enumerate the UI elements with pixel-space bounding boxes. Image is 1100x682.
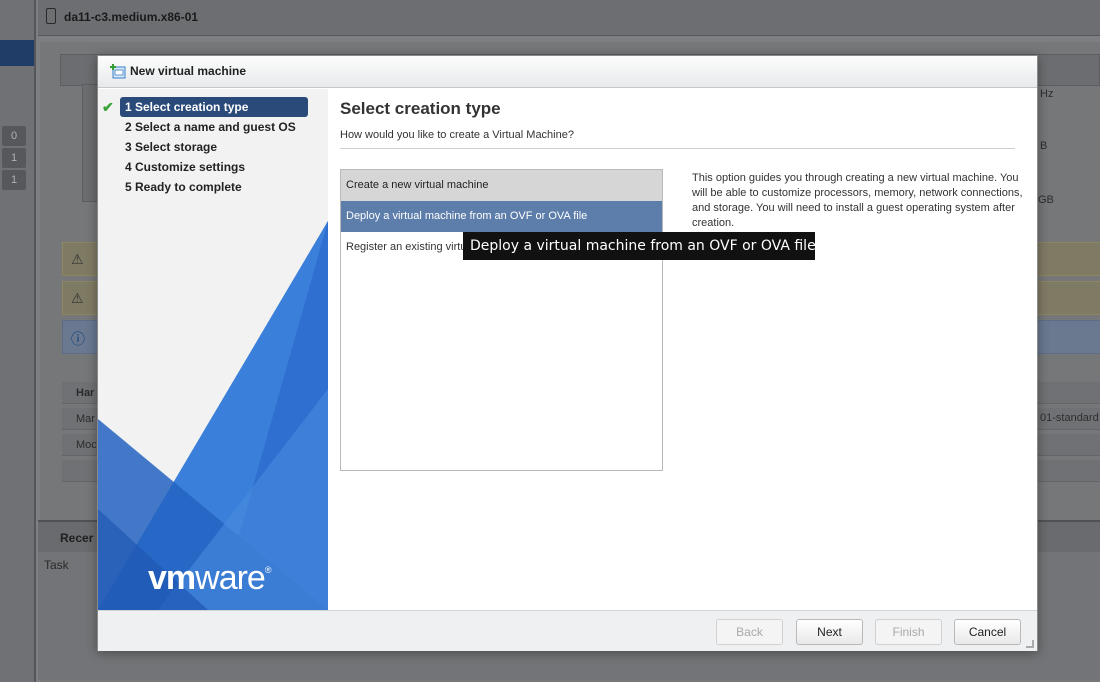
- cancel-button[interactable]: Cancel: [954, 619, 1021, 645]
- page-subtitle: How would you like to create a Virtual M…: [340, 129, 574, 141]
- vmware-logo: vmware®: [148, 559, 271, 597]
- warning-icon: ⚠: [71, 290, 84, 306]
- step-select-storage[interactable]: 3 Select storage: [120, 137, 328, 157]
- back-button[interactable]: Back: [716, 619, 783, 645]
- wizard-sidebar: ✔ 1 Select creation type 2 Select a name…: [98, 89, 328, 610]
- host-device-icon: [46, 8, 56, 24]
- dialog-titlebar[interactable]: New virtual machine: [98, 56, 1037, 88]
- host-name: da11-c3.medium.x86-01: [64, 10, 199, 24]
- background-storage-fragment: GB: [1038, 194, 1054, 206]
- background-count-badge: 0: [2, 126, 26, 146]
- dialog-footer: Back Next Finish Cancel: [98, 610, 1037, 651]
- resize-grip-icon[interactable]: [1026, 640, 1034, 648]
- dialog-title: New virtual machine: [130, 64, 247, 78]
- background-count-badge: 1: [2, 170, 26, 190]
- background-recent-title: Recer: [60, 531, 94, 545]
- warning-icon: ⚠: [71, 251, 84, 267]
- next-button[interactable]: Next: [796, 619, 863, 645]
- background-count-badge: 1: [2, 148, 26, 168]
- new-vm-icon: [110, 64, 126, 79]
- step-customize-settings[interactable]: 4 Customize settings: [120, 157, 328, 177]
- background-navigator: 0 1 1: [0, 0, 36, 682]
- check-icon: ✔: [102, 99, 114, 115]
- step-ready-to-complete[interactable]: 5 Ready to complete: [120, 177, 328, 197]
- option-description: This option guides you through creating …: [692, 172, 1023, 229]
- background-model-fragment: 01-standard: [1040, 412, 1099, 424]
- option-create-new-vm[interactable]: Create a new virtual machine: [341, 170, 662, 201]
- info-icon: ⓘ: [71, 331, 85, 347]
- wizard-steps: ✔ 1 Select creation type 2 Select a name…: [98, 97, 328, 197]
- finish-button[interactable]: Finish: [875, 619, 942, 645]
- background-header: da11-c3.medium.x86-01: [38, 0, 1100, 36]
- step-select-creation-type[interactable]: ✔ 1 Select creation type: [102, 97, 308, 117]
- tooltip: Deploy a virtual machine from an OVF or …: [463, 232, 816, 260]
- new-vm-dialog: New virtual machine ✔ 1 Select creation …: [97, 55, 1038, 651]
- option-deploy-ovf-ova[interactable]: Deploy a virtual machine from an OVF or …: [341, 201, 662, 232]
- background-memory-fragment: B: [1040, 140, 1048, 152]
- divider: [340, 148, 1015, 149]
- background-task-header: Task: [44, 558, 69, 572]
- page-title: Select creation type: [340, 99, 501, 118]
- creation-type-list: Create a new virtual machine Deploy a vi…: [340, 169, 663, 471]
- background-selected-nav: [0, 40, 34, 66]
- step-select-name-guest-os[interactable]: 2 Select a name and guest OS: [120, 117, 328, 137]
- background-cpu-fragment: Hz: [1040, 88, 1054, 100]
- wizard-content: Select creation type How would you like …: [340, 89, 1023, 610]
